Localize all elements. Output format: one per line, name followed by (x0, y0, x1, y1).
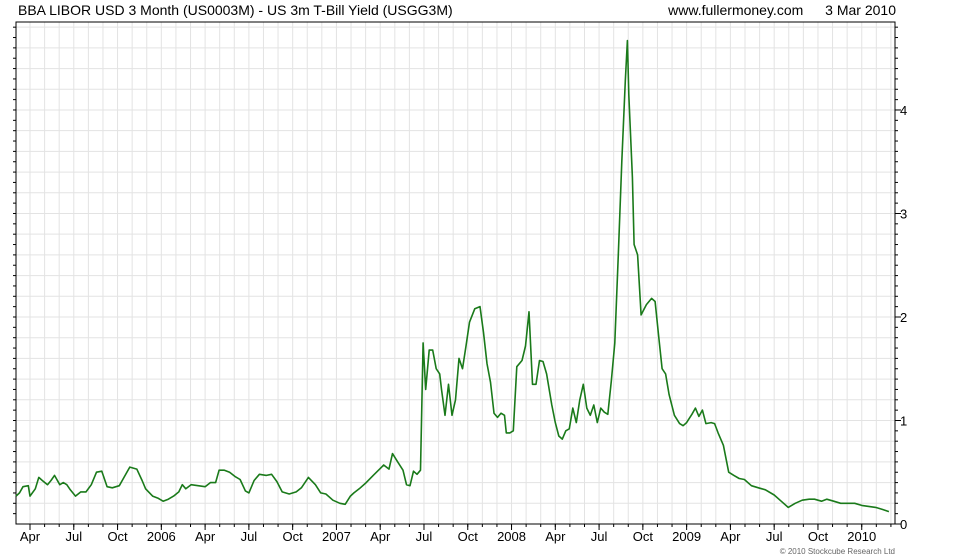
x-tick-label: Jul (416, 529, 433, 544)
x-tick-label: 2006 (147, 529, 176, 544)
y-tick-label: 1 (900, 413, 907, 428)
x-tick-label: Jul (241, 529, 258, 544)
plot-frame (15, 21, 896, 525)
x-tick-label: Oct (458, 529, 479, 544)
chart-grid (16, 22, 895, 524)
x-tick-label: 2009 (672, 529, 701, 544)
copyright-notice: © 2010 Stockcube Research Ltd (780, 547, 895, 556)
x-tick-label: Oct (808, 529, 829, 544)
x-axis: Apr Jul Oct 2006 Apr Jul Oct 2007 Apr Jul Oct 2008 A… (20, 524, 892, 544)
minor-ticks (13, 26, 898, 515)
line-chart: Apr Jul Oct 2006 Apr Jul Oct 2007 Apr Jul Oct 2008 A… (13, 21, 907, 556)
x-tick-label: Apr (545, 529, 566, 544)
y-tick-label: 0 (900, 517, 907, 532)
x-tick-label: 2007 (322, 529, 351, 544)
x-tick-label: Oct (633, 529, 654, 544)
x-tick-label: Jul (591, 529, 608, 544)
x-tick-label: Oct (107, 529, 128, 544)
x-tick-label: Jul (766, 529, 783, 544)
x-tick-label: Apr (195, 529, 216, 544)
x-tick-label: Apr (370, 529, 391, 544)
x-tick-label: Apr (720, 529, 741, 544)
x-tick-label: Oct (283, 529, 304, 544)
x-tick-label: 2008 (497, 529, 526, 544)
y-tick-label: 4 (900, 103, 907, 118)
y-tick-label: 2 (900, 310, 907, 325)
y-axis: 0 1 2 3 4 (895, 103, 907, 532)
x-tick-label: Jul (65, 529, 82, 544)
y-tick-label: 3 (900, 206, 907, 221)
x-tick-label: 2010 (847, 529, 876, 544)
x-tick-label: Apr (20, 529, 41, 544)
